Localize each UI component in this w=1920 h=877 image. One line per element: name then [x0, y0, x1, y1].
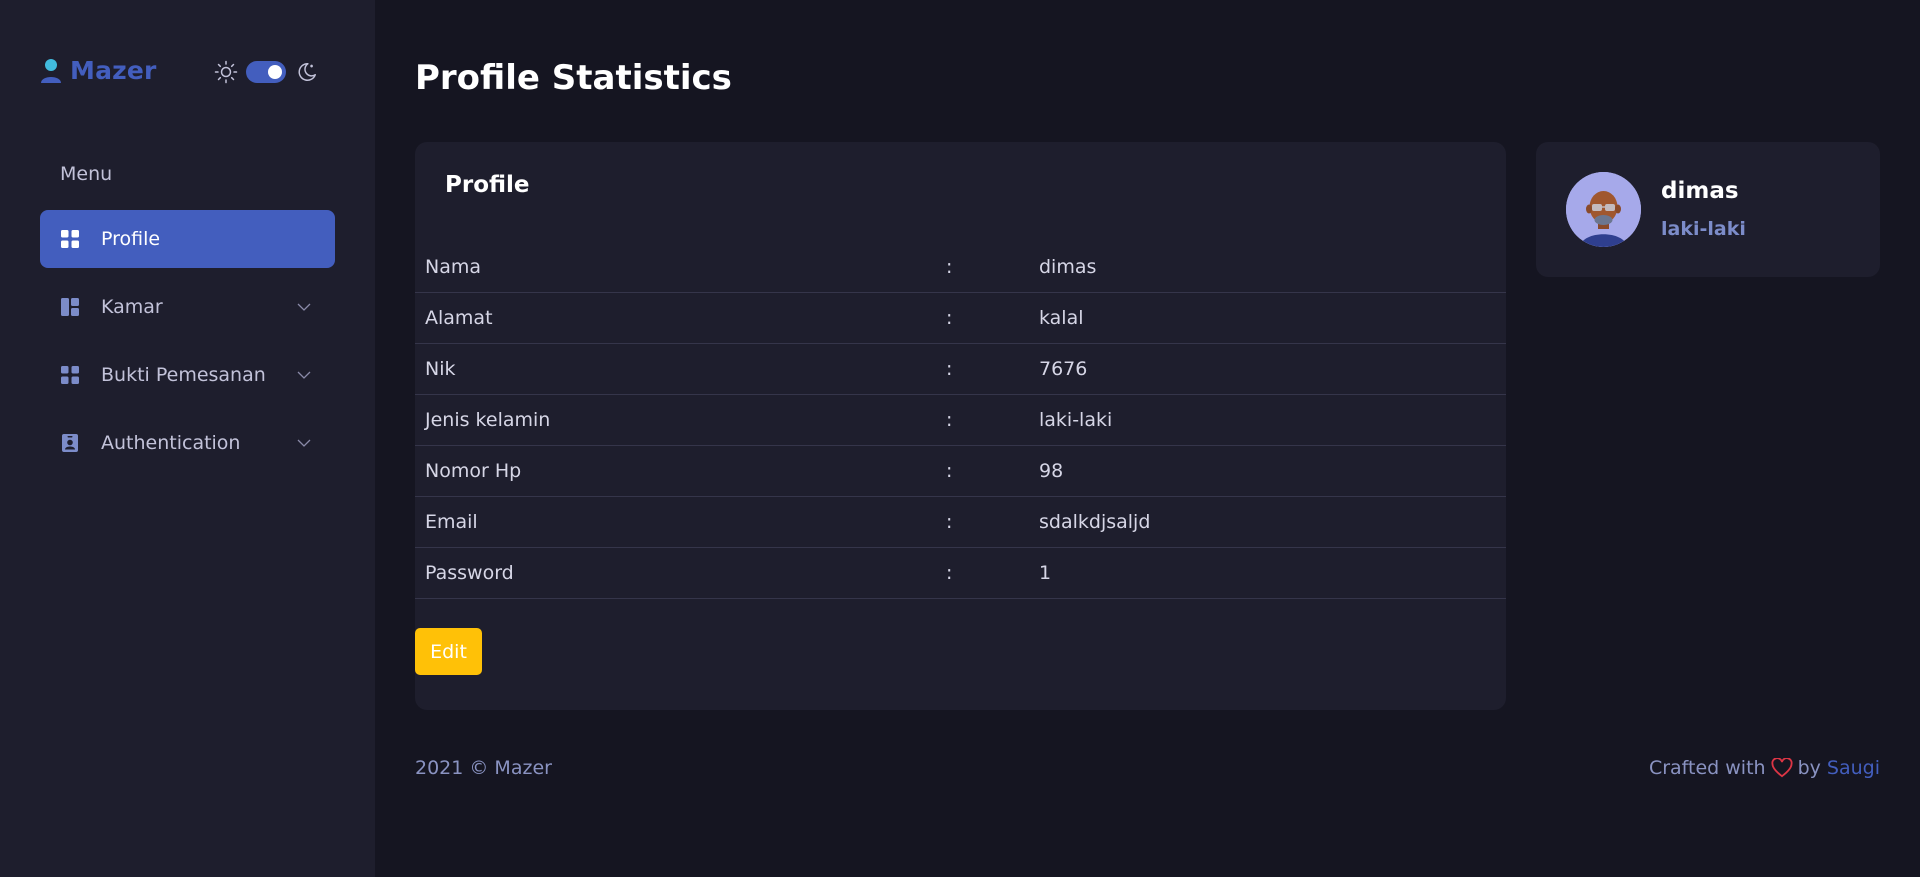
- row-separator: :: [946, 409, 953, 431]
- table-row: Password : 1: [415, 548, 1506, 599]
- brand-name: Mazer: [70, 56, 157, 85]
- row-separator: :: [946, 358, 953, 380]
- row-separator: :: [946, 307, 953, 329]
- sidebar-item-label: Profile: [101, 228, 161, 250]
- row-label: Email: [425, 511, 478, 533]
- row-separator: :: [946, 460, 953, 482]
- chevron-down-icon: [297, 303, 311, 311]
- table-row: Email : sdalkdjsaljd: [415, 497, 1506, 548]
- sidebar: Mazer Menu Profile Kamar Bukti Pemesanan…: [0, 0, 375, 877]
- table-row: Nik : 7676: [415, 344, 1506, 395]
- row-value: 1: [1039, 562, 1052, 584]
- row-label: Alamat: [425, 307, 493, 329]
- footer-crafted-text: Crafted with: [1648, 757, 1766, 779]
- footer-credits: Crafted with by Saugi: [1649, 757, 1880, 779]
- row-separator: :: [946, 256, 953, 278]
- row-value: 98: [1039, 460, 1064, 482]
- profile-table: Nama : dimas Alamat : kalal Nik : 7676 J…: [415, 242, 1506, 599]
- table-row: Alamat : kalal: [415, 293, 1506, 344]
- sidebar-item-bukti-pemesanan[interactable]: Bukti Pemesanan: [40, 346, 335, 404]
- sidebar-item-label: Kamar: [101, 296, 163, 318]
- row-label: Nik: [425, 358, 456, 380]
- table-row: Nomor Hp : 98: [415, 446, 1506, 497]
- heart-icon: [1771, 758, 1793, 778]
- row-label: Nomor Hp: [425, 460, 522, 482]
- edit-button[interactable]: Edit: [415, 628, 482, 675]
- sun-icon: [214, 60, 238, 84]
- user-name: dimas: [1661, 178, 1739, 204]
- footer-copyright: 2021 © Mazer: [415, 757, 552, 779]
- author-link[interactable]: Saugi: [1827, 757, 1880, 779]
- avatar-illustration: [1566, 172, 1641, 247]
- sidebar-menu: Profile Kamar Bukti Pemesanan Authentica…: [40, 210, 335, 482]
- sidebar-item-authentication[interactable]: Authentication: [40, 414, 335, 472]
- menu-title: Menu: [60, 163, 113, 185]
- avatar[interactable]: [1566, 172, 1641, 247]
- row-value: dimas: [1039, 256, 1097, 278]
- row-value: 7676: [1039, 358, 1088, 380]
- row-value: laki-laki: [1039, 409, 1113, 431]
- chevron-down-icon: [297, 439, 311, 447]
- dark-mode-switch[interactable]: [246, 61, 286, 83]
- switch-knob: [268, 65, 282, 79]
- moon-icon: [298, 63, 316, 81]
- sidebar-item-label: Authentication: [101, 432, 241, 454]
- row-separator: :: [946, 511, 953, 533]
- sidebar-item-profile[interactable]: Profile: [40, 210, 335, 268]
- brand-logo[interactable]: Mazer: [40, 56, 157, 85]
- user-gender: laki-laki: [1661, 218, 1746, 240]
- row-value: kalal: [1039, 307, 1084, 329]
- user-card: dimas laki-laki: [1536, 142, 1880, 277]
- sidebar-item-label: Bukti Pemesanan: [101, 364, 266, 386]
- row-separator: :: [946, 562, 953, 584]
- row-label: Password: [425, 562, 514, 584]
- layout-icon: [61, 298, 79, 316]
- table-row: Nama : dimas: [415, 242, 1506, 293]
- card-title: Profile: [445, 172, 530, 198]
- person-badge-icon: [62, 434, 78, 452]
- row-value: sdalkdjsaljd: [1039, 511, 1151, 533]
- grid-icon: [61, 366, 79, 384]
- row-label: Jenis kelamin: [425, 409, 551, 431]
- grid-icon: [61, 230, 79, 248]
- profile-card: Profile Nama : dimas Alamat : kalal Nik …: [415, 142, 1506, 710]
- row-label: Nama: [425, 256, 482, 278]
- table-row: Jenis kelamin : laki-laki: [415, 395, 1506, 446]
- footer-by-text: by: [1797, 757, 1821, 779]
- person-icon: [41, 58, 61, 83]
- chevron-down-icon: [297, 371, 311, 379]
- page-title: Profile Statistics: [415, 58, 732, 98]
- theme-toggle: [214, 60, 318, 84]
- sidebar-item-kamar[interactable]: Kamar: [40, 278, 335, 336]
